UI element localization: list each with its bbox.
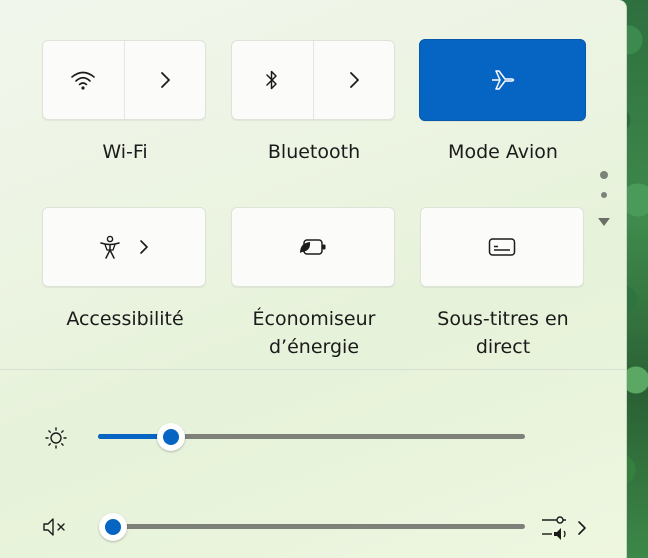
bluetooth-icon [266,70,277,90]
audio-output-settings-icon [542,516,566,540]
airplane-mode-button[interactable] [419,39,586,121]
bluetooth-label: Bluetooth [267,141,361,163]
wifi-toggle-button[interactable] [43,41,124,119]
volume-slider-track[interactable] [113,524,525,529]
energy-saver-label: Économiseur d’énergie [219,305,409,361]
chevron-right-icon [349,72,359,88]
accessibility-button[interactable] [42,207,206,287]
captions-icon [488,238,516,256]
section-divider [0,369,626,370]
brightness-icon [45,427,67,449]
bluetooth-tile [231,40,395,120]
live-captions-label: Sous-titres en direct [408,305,598,361]
airplane-mode-label: Mode Avion [448,141,558,163]
wifi-tile [42,40,206,120]
airplane-icon [491,70,514,90]
wifi-expand-button[interactable] [123,41,206,119]
audio-output-settings-button[interactable] [540,514,588,542]
chevron-right-icon [160,72,170,88]
live-captions-label-line2: direct [475,336,531,358]
page-indicator-dot-1[interactable] [600,171,608,179]
quick-settings-panel: Wi-Fi Bluetooth Mode Avion Accessibilité… [0,0,627,558]
energy-saver-label-line1: Économiseur [252,308,376,330]
accessibility-label: Accessibilité [66,308,184,330]
accessibility-icon [100,235,120,259]
page-indicator-dot-2[interactable] [601,192,607,198]
wifi-label: Wi-Fi [102,141,148,163]
next-page-arrow-icon[interactable] [598,218,610,226]
energy-saver-label-line2: d’énergie [268,336,360,358]
volume-slider-thumb[interactable] [99,513,127,541]
battery-leaf-icon [300,239,326,255]
chevron-right-icon [578,521,586,535]
brightness-slider-thumb[interactable] [156,423,185,451]
live-captions-label-line1: Sous-titres en [437,308,569,330]
chevron-right-icon [140,240,148,254]
bluetooth-toggle-button[interactable] [232,41,313,119]
wifi-icon [71,71,96,90]
bluetooth-expand-button[interactable] [312,41,395,119]
volume-mute-icon[interactable] [41,516,71,538]
live-captions-button[interactable] [420,207,584,287]
energy-saver-button[interactable] [231,207,395,287]
